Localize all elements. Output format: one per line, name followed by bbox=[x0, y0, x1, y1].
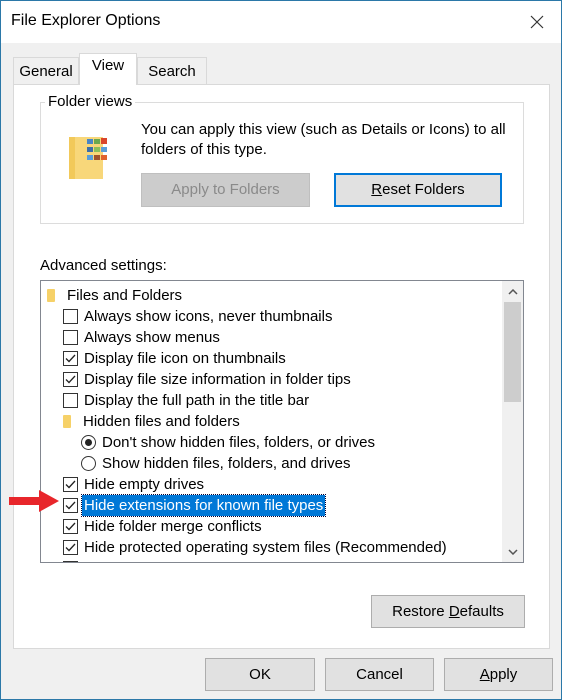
tree-item-label: Launch folder windows in a separate proc… bbox=[82, 558, 386, 562]
radio-button[interactable] bbox=[81, 435, 96, 450]
window-title: File Explorer Options bbox=[11, 12, 161, 29]
checkmark-icon bbox=[65, 480, 76, 489]
tree-item-label: Hide empty drives bbox=[84, 476, 205, 493]
scroll-up-button[interactable] bbox=[502, 281, 523, 302]
checkbox[interactable] bbox=[63, 477, 78, 492]
reset-folders-button[interactable]: Reset Folders bbox=[334, 173, 502, 207]
red-arrow-annotation-icon bbox=[9, 490, 59, 512]
tree-item-label: Always show menus bbox=[84, 329, 220, 346]
tree-checkbox-item[interactable]: Display file icon on thumbnails bbox=[63, 348, 288, 369]
restore-label-post: efaults bbox=[459, 603, 504, 620]
checkmark-icon bbox=[65, 522, 76, 531]
tree-radio-item[interactable]: Don't show hidden files, folders, or dri… bbox=[81, 432, 377, 453]
checkbox[interactable] bbox=[63, 540, 78, 555]
folder-views-label: Folder views bbox=[45, 93, 136, 110]
checkbox[interactable] bbox=[63, 351, 78, 366]
restore-defaults-button[interactable]: Restore Defaults bbox=[371, 595, 525, 628]
restore-label-pre: Restore bbox=[392, 603, 449, 620]
radio-button[interactable] bbox=[81, 456, 96, 471]
advanced-settings-tree[interactable]: Files and Folders Always show icons, neve… bbox=[40, 280, 524, 563]
file-explorer-options-dialog: File Explorer Options General View Searc… bbox=[0, 0, 562, 700]
tree-item-label: Files and Folders bbox=[67, 287, 183, 304]
tree-checkbox-item[interactable]: Hide protected operating system files (R… bbox=[63, 537, 449, 558]
tree-item-label: Hide folder merge conflicts bbox=[84, 518, 262, 535]
checkbox[interactable] bbox=[63, 372, 78, 387]
folder-icon bbox=[47, 289, 55, 302]
tree-item-label: Display file icon on thumbnails bbox=[84, 350, 286, 367]
tree-item-label: Don't show hidden files, folders, or dri… bbox=[102, 434, 375, 451]
tab-general[interactable]: General bbox=[13, 57, 79, 85]
tree-checkbox-item[interactable]: Display file size information in folder … bbox=[63, 369, 353, 390]
tree-item-label: Hidden files and folders bbox=[83, 413, 240, 430]
advanced-settings-label: Advanced settings: bbox=[40, 257, 167, 274]
tab-search[interactable]: Search bbox=[137, 57, 207, 85]
tree-item-label: Hide protected operating system files (R… bbox=[84, 539, 447, 556]
tree-item-label: Show hidden files, folders, and drives bbox=[102, 455, 351, 472]
mnemonic-d: D bbox=[448, 603, 460, 620]
view-tab-panel: Folder views You can apply this view (su… bbox=[13, 84, 550, 649]
checkbox[interactable] bbox=[63, 498, 78, 513]
checkmark-icon bbox=[65, 354, 76, 363]
tree-category: Files and Folders bbox=[47, 285, 184, 306]
checkbox[interactable] bbox=[63, 519, 78, 534]
tree-item-label: Hide extensions for known file types bbox=[80, 494, 327, 517]
scroll-down-button[interactable] bbox=[502, 541, 523, 562]
mnemonic-r: R bbox=[371, 181, 383, 198]
tree-checkbox-item[interactable]: Display the full path in the title bar bbox=[63, 390, 311, 411]
checkmark-icon bbox=[65, 543, 76, 552]
tree-checkbox-item[interactable]: Always show menus bbox=[63, 327, 222, 348]
folder-views-group: Folder views You can apply this view (su… bbox=[40, 93, 524, 224]
apply-to-folders-button[interactable]: Apply to Folders bbox=[141, 173, 310, 207]
tree-checkbox-item[interactable]: Hide extensions for known file types bbox=[63, 494, 327, 517]
close-button[interactable] bbox=[519, 5, 555, 39]
checkbox[interactable] bbox=[63, 561, 78, 562]
folder-views-icon bbox=[69, 137, 107, 179]
tree-checkbox-item[interactable]: Hide empty drives bbox=[63, 474, 206, 495]
tree-category: Hidden files and folders bbox=[63, 411, 242, 432]
cancel-button[interactable]: Cancel bbox=[325, 658, 434, 691]
tree-item-label: Display file size information in folder … bbox=[84, 371, 351, 388]
tree-checkbox-item[interactable]: Hide folder merge conflicts bbox=[63, 516, 264, 537]
radio-dot bbox=[85, 439, 92, 446]
checkbox[interactable] bbox=[63, 330, 78, 345]
reset-folders-label: eset Folders bbox=[382, 181, 465, 198]
tree-item-label: Display the full path in the title bar bbox=[84, 392, 310, 409]
ok-button[interactable]: OK bbox=[205, 658, 315, 691]
apply-button[interactable]: Apply bbox=[444, 658, 553, 691]
tree-item-label: Always show icons, never thumbnails bbox=[84, 308, 333, 325]
tree-scrollbar[interactable] bbox=[502, 281, 523, 562]
folder-views-description: You can apply this view (such as Details… bbox=[141, 121, 506, 158]
tab-view[interactable]: View bbox=[79, 53, 137, 85]
title-bar: File Explorer Options bbox=[1, 1, 561, 43]
mnemonic-a: A bbox=[479, 666, 490, 683]
tree-checkbox-item[interactable]: Always show icons, never thumbnails bbox=[63, 306, 334, 327]
close-icon bbox=[530, 15, 544, 29]
checkmark-icon bbox=[65, 501, 76, 510]
scroll-thumb[interactable] bbox=[504, 302, 521, 402]
tree-radio-item[interactable]: Show hidden files, folders, and drives bbox=[81, 453, 352, 474]
checkbox[interactable] bbox=[63, 309, 78, 324]
folder-icon bbox=[63, 415, 71, 428]
chevron-up-icon bbox=[507, 288, 518, 295]
checkbox[interactable] bbox=[63, 393, 78, 408]
tree-checkbox-item[interactable]: Launch folder windows in a separate proc… bbox=[63, 558, 386, 562]
apply-label: pply bbox=[489, 666, 518, 683]
checkmark-icon bbox=[65, 375, 76, 384]
chevron-down-icon bbox=[507, 548, 518, 555]
